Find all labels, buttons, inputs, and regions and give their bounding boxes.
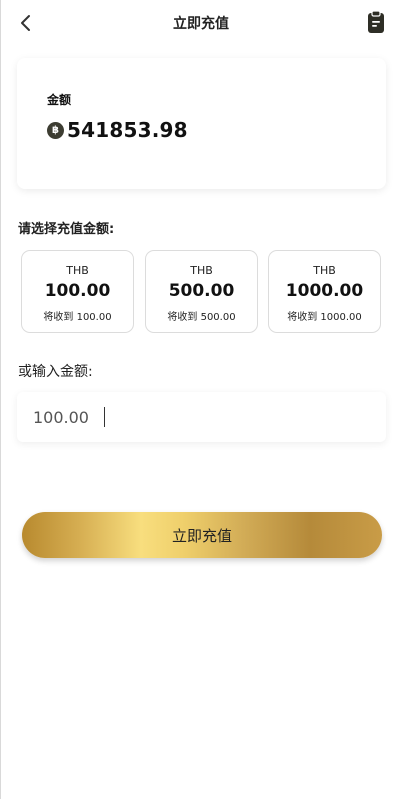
option-amount: 1000.00 — [285, 281, 364, 301]
option-currency: THB — [66, 264, 89, 277]
recharge-submit-button[interactable]: 立即充值 — [22, 512, 382, 558]
amount-option-100[interactable]: THB 100.00 将收到 100.00 — [21, 250, 134, 333]
option-currency: THB — [190, 264, 213, 277]
balance-label: 金额 — [47, 93, 72, 107]
option-currency: THB — [313, 264, 336, 277]
amount-options: THB 100.00 将收到 100.00 THB 500.00 将收到 500… — [21, 250, 383, 335]
custom-amount-label: 或输入金额: — [18, 364, 93, 380]
baht-coin-icon: ฿ — [47, 121, 64, 139]
recharge-page: 立即充值 金额 ฿ 541853.98 请选择充值金额: THB 100.00 … — [0, 0, 401, 799]
balance-value: 541853.98 — [67, 118, 188, 142]
balance-row: ฿ 541853.98 — [47, 118, 188, 142]
balance-card: 金额 ฿ 541853.98 — [17, 58, 386, 189]
amount-input[interactable] — [33, 405, 363, 429]
option-receive: 将收到 500.00 — [167, 312, 236, 323]
option-amount: 100.00 — [44, 281, 111, 301]
option-receive: 将收到 100.00 — [43, 312, 112, 323]
amount-option-500[interactable]: THB 500.00 将收到 500.00 — [145, 250, 258, 333]
option-amount: 500.00 — [168, 281, 235, 301]
clipboard-icon — [368, 10, 384, 33]
page-title: 立即充值 — [173, 16, 229, 32]
amount-options-title: 请选择充值金额: — [18, 222, 115, 237]
top-bar: 立即充值 — [1, 0, 401, 46]
option-receive: 将收到 1000.00 — [287, 312, 362, 323]
custom-amount-field — [17, 392, 386, 442]
amount-option-1000[interactable]: THB 1000.00 将收到 1000.00 — [268, 250, 381, 333]
records-button[interactable] — [365, 10, 387, 34]
text-caret — [104, 407, 105, 427]
